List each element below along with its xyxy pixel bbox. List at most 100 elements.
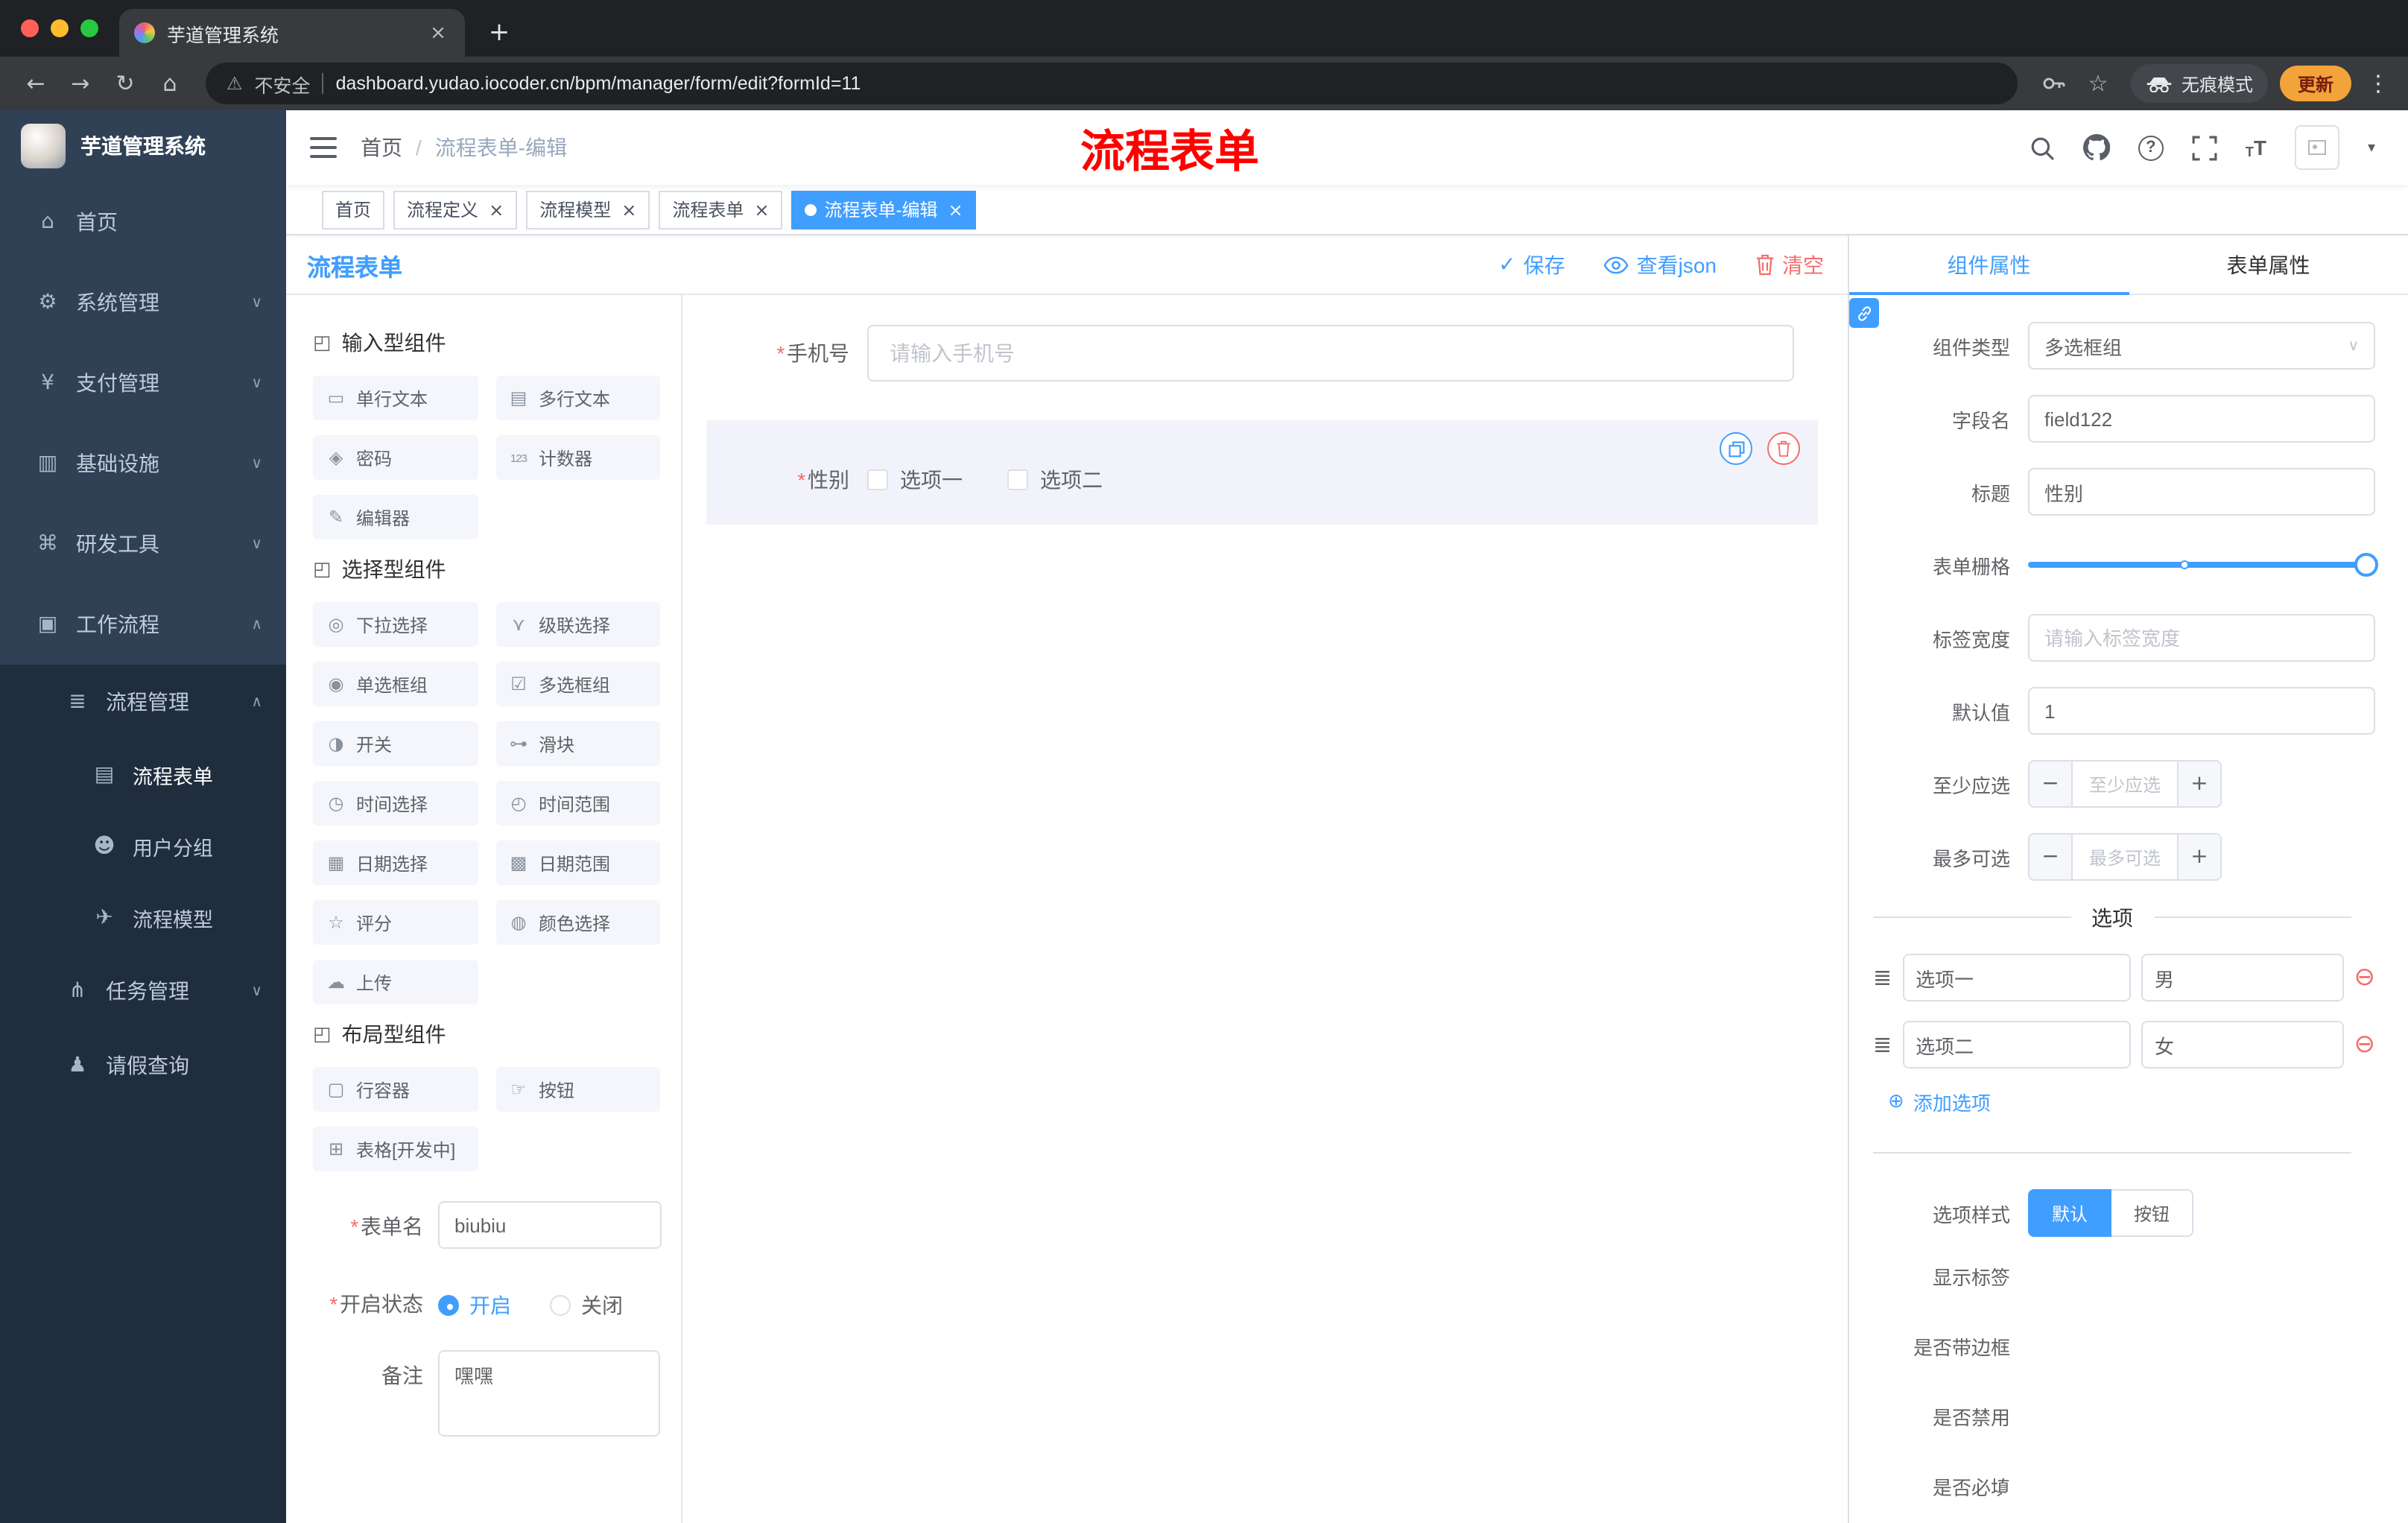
drag-handle-icon[interactable]: ≣ <box>1873 1031 1892 1058</box>
tag-close-icon[interactable]: × <box>754 199 769 220</box>
component-single-line-text[interactable]: ▭ 单行文本 <box>313 376 478 420</box>
remove-option-button[interactable]: ⊖ <box>2354 963 2376 992</box>
add-option-button[interactable]: ⊕ 添加选项 <box>1849 1088 2375 1116</box>
component-upload[interactable]: ☁ 上传 <box>313 960 478 1004</box>
sidebar-item-payment[interactable]: ¥ 支付管理 ∨ <box>0 343 286 423</box>
sidebar-item-infra[interactable]: ▥ 基础设施 ∨ <box>0 423 286 504</box>
sidebar-item-home[interactable]: ⌂ 首页 <box>0 182 286 262</box>
sidebar-item-devtools[interactable]: ⌘ 研发工具 ∨ <box>0 504 286 584</box>
browser-tab[interactable]: 芋道管理系统 × <box>119 9 465 57</box>
component-table[interactable]: ⊞ 表格[开发中] <box>313 1127 478 1171</box>
gender-option-1-checkbox[interactable]: 选项一 <box>867 465 963 495</box>
gender-option-2-checkbox[interactable]: 选项二 <box>1007 465 1103 495</box>
password-key-icon[interactable] <box>2032 63 2074 104</box>
save-button[interactable]: ✓ 保存 <box>1498 250 1565 279</box>
component-type-select[interactable]: 多选框组 ∨ <box>2028 322 2375 370</box>
component-select[interactable]: ◎ 下拉选择 <box>313 602 478 647</box>
component-counter[interactable]: 123 计数器 <box>495 435 660 480</box>
fullscreen-icon[interactable] <box>2192 135 2217 160</box>
component-row-container[interactable]: ▢ 行容器 <box>313 1067 478 1112</box>
component-editor[interactable]: ✎ 编辑器 <box>313 495 478 539</box>
address-bar[interactable]: ⚠ 不安全 dashboard.yudao.iocoder.cn/bpm/man… <box>206 63 2018 104</box>
component-slider[interactable]: ⊶ 滑块 <box>495 721 660 766</box>
form-remark-textarea[interactable]: 嘿嘿 <box>438 1350 660 1437</box>
search-icon[interactable] <box>2030 135 2055 160</box>
reload-button[interactable]: ↻ <box>104 63 146 104</box>
component-password[interactable]: ◈ 密码 <box>313 435 478 480</box>
sidebar-toggle-icon[interactable] <box>310 137 337 158</box>
component-time-range[interactable]: ◴ 时间范围 <box>495 781 660 826</box>
avatar-caret-icon[interactable]: ▾ <box>2368 139 2375 156</box>
bookmark-star-icon[interactable]: ☆ <box>2077 63 2119 104</box>
phone-input[interactable] <box>867 325 1794 381</box>
min-select-value[interactable]: 至少应选 <box>2073 762 2177 806</box>
tag-process-definition[interactable]: 流程定义 × <box>393 190 518 229</box>
component-cascader[interactable]: ⋎ 级联选择 <box>495 602 660 647</box>
breadcrumb-home[interactable]: 首页 <box>361 133 402 162</box>
sidebar-item-leave-query[interactable]: ♟ 请假查询 <box>0 1028 286 1103</box>
title-input[interactable] <box>2028 468 2375 516</box>
component-button[interactable]: ☞ 按钮 <box>495 1067 660 1112</box>
component-date-picker[interactable]: ▦ 日期选择 <box>313 840 478 885</box>
label-width-input[interactable] <box>2028 614 2375 662</box>
option-1-label-input[interactable] <box>1902 954 2131 1001</box>
status-radio-off[interactable]: 关闭 <box>550 1291 623 1320</box>
tag-process-form[interactable]: 流程表单 × <box>659 190 783 229</box>
max-select-value[interactable]: 最多可选 <box>2073 835 2177 879</box>
tab-form-props[interactable]: 表单属性 <box>2129 235 2408 294</box>
component-multi-line-text[interactable]: ▤ 多行文本 <box>495 376 660 420</box>
window-minimize-button[interactable] <box>51 19 69 37</box>
component-date-range[interactable]: ▩ 日期范围 <box>495 840 660 885</box>
sidebar-item-process-form[interactable]: ▤ 流程表单 <box>0 739 286 811</box>
new-tab-button[interactable]: + <box>480 13 519 52</box>
tab-close-icon[interactable]: × <box>426 22 450 44</box>
view-json-button[interactable]: 查看json <box>1604 250 1717 279</box>
style-default-button[interactable]: 默认 <box>2028 1189 2112 1237</box>
window-close-button[interactable] <box>21 19 39 37</box>
component-time-picker[interactable]: ◷ 时间选择 <box>313 781 478 826</box>
home-button[interactable]: ⌂ <box>149 63 191 104</box>
sidebar-item-user-group[interactable]: ☻ 用户分组 <box>0 811 286 882</box>
option-1-value-input[interactable] <box>2141 954 2344 1001</box>
sidebar-item-task-mgmt[interactable]: ⋔ 任务管理 ∨ <box>0 954 286 1028</box>
font-size-icon[interactable]: TT <box>2246 136 2266 159</box>
sidebar-item-process-model[interactable]: ✈ 流程模型 <box>0 882 286 954</box>
tag-process-form-edit[interactable]: 流程表单-编辑 × <box>791 190 977 229</box>
back-button[interactable]: ← <box>15 63 57 104</box>
url-text[interactable]: dashboard.yudao.iocoder.cn/bpm/manager/f… <box>336 73 861 94</box>
form-canvas[interactable]: * 手机号 请输入手机号 * 性别 选项一 选项二 <box>682 295 1848 1523</box>
sidebar-item-workflow[interactable]: ▣ 工作流程 ∧ <box>0 584 286 665</box>
delete-widget-button[interactable] <box>1767 432 1800 465</box>
style-button-button[interactable]: 按钮 <box>2111 1189 2194 1237</box>
default-value-input[interactable] <box>2028 687 2375 735</box>
form-name-input[interactable] <box>438 1201 662 1249</box>
sidebar-item-process-mgmt[interactable]: ≣ 流程管理 ∧ <box>0 665 286 739</box>
component-color-picker[interactable]: ◍ 颜色选择 <box>495 900 660 945</box>
help-icon[interactable]: ? <box>2138 135 2164 160</box>
tab-component-props[interactable]: 组件属性 <box>1849 235 2129 295</box>
github-icon[interactable] <box>2082 134 2110 161</box>
clear-button[interactable]: 清空 <box>1755 250 1824 279</box>
remove-option-button[interactable]: ⊖ <box>2354 1030 2376 1060</box>
sidebar-item-system[interactable]: ⚙ 系统管理 ∨ <box>0 262 286 343</box>
forward-button[interactable]: → <box>60 63 101 104</box>
browser-menu-icon[interactable]: ⋮ <box>2363 70 2393 97</box>
slider-knob[interactable] <box>2354 553 2378 577</box>
checkbox-box[interactable] <box>1007 469 1028 490</box>
decrease-button[interactable]: − <box>2030 762 2073 806</box>
tag-close-icon[interactable]: × <box>948 199 963 220</box>
component-rate[interactable]: ☆ 评分 <box>313 900 478 945</box>
option-2-label-input[interactable] <box>1902 1021 2131 1068</box>
field-name-input[interactable] <box>2028 395 2375 443</box>
phone-field-row[interactable]: * 手机号 <box>706 325 1794 381</box>
update-button[interactable]: 更新 <box>2279 66 2351 101</box>
decrease-button[interactable]: − <box>2030 835 2073 879</box>
tag-process-model[interactable]: 流程模型 × <box>526 190 650 229</box>
tag-close-icon[interactable]: × <box>489 199 504 220</box>
window-zoom-button[interactable] <box>80 19 98 37</box>
component-checkbox-group[interactable]: ☑ 多选框组 <box>495 662 660 706</box>
user-avatar[interactable] <box>2294 125 2339 170</box>
option-2-value-input[interactable] <box>2141 1021 2344 1068</box>
gender-widget-selected[interactable]: * 性别 选项一 选项二 <box>706 420 1818 525</box>
security-label[interactable]: 不安全 <box>255 69 311 98</box>
